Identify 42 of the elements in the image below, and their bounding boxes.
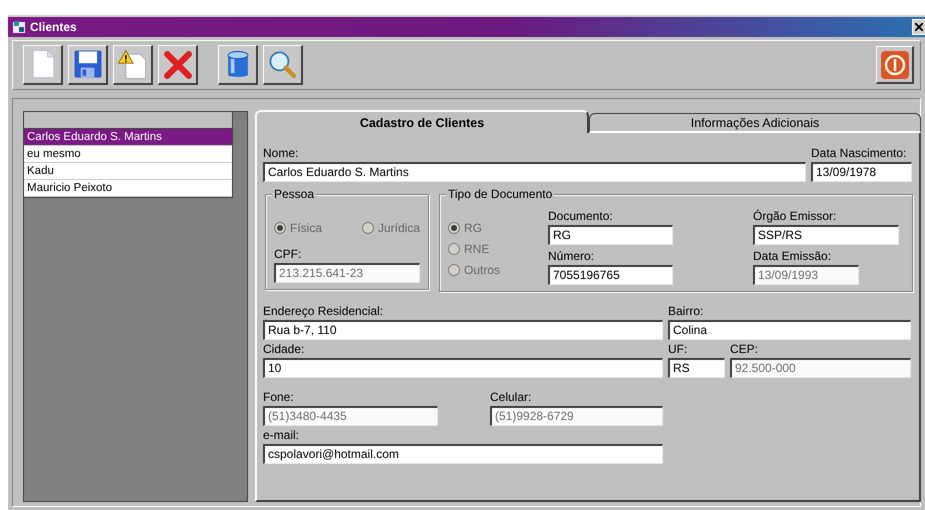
list-item[interactable]: Carlos Eduardo S. Martins [24,129,232,146]
field-label: e-mail: [263,428,300,442]
field-label: UF: [668,342,688,356]
group-title: Tipo de Documento [446,187,554,201]
field-label: Fone: [263,390,294,404]
power-icon [880,50,910,80]
list-item[interactable]: Kadu [24,163,232,180]
tab[interactable]: Informações Adicionais [589,113,921,133]
group-title: Pessoa [272,187,316,201]
field-label: Órgão Emissor: [753,209,836,223]
field-label: Bairro: [668,304,704,318]
field-label: Data Emissão: [753,249,832,263]
close-button[interactable] [912,19,925,35]
field-label: CEP: [730,342,758,356]
field-label: Nome: [263,146,298,160]
field-label: Endereço Residencial: [263,304,384,318]
exit-button[interactable] [876,46,914,84]
input-field[interactable]: Carlos Eduardo S. Martins [263,162,806,182]
close-icon [915,23,923,31]
toolbar-button[interactable] [218,45,258,85]
field-label: CPF: [274,247,302,261]
toolbar-button[interactable] [23,45,63,85]
field-label: Documento: [548,209,613,223]
input-field[interactable]: Rua b-7, 110 [263,320,663,340]
input-field[interactable]: 13/09/1978 [811,162,912,182]
list-item[interactable]: Mauricio Peixoto [24,180,232,197]
field-label: Data Nascimento: [811,146,906,160]
input-field[interactable]: RS [668,358,725,378]
window-title: Clientes [30,20,77,34]
list-item[interactable]: eu mesmo [24,146,232,163]
toolbar-button[interactable] [158,45,198,85]
input-field[interactable]: cspolavori@hotmail.com [263,444,663,464]
toolbar-button[interactable] [263,45,303,85]
field-label: Celular: [490,390,532,404]
input-field[interactable]: Colina [668,320,911,340]
toolbar-button[interactable] [68,45,108,85]
field-label: Número: [548,249,594,263]
app-icon [12,20,26,34]
input-field[interactable]: 10 [263,358,663,378]
tab[interactable]: Cadastro de Clientes [255,110,589,133]
field-label: Cidade: [263,342,304,356]
toolbar-button[interactable] [113,45,153,85]
